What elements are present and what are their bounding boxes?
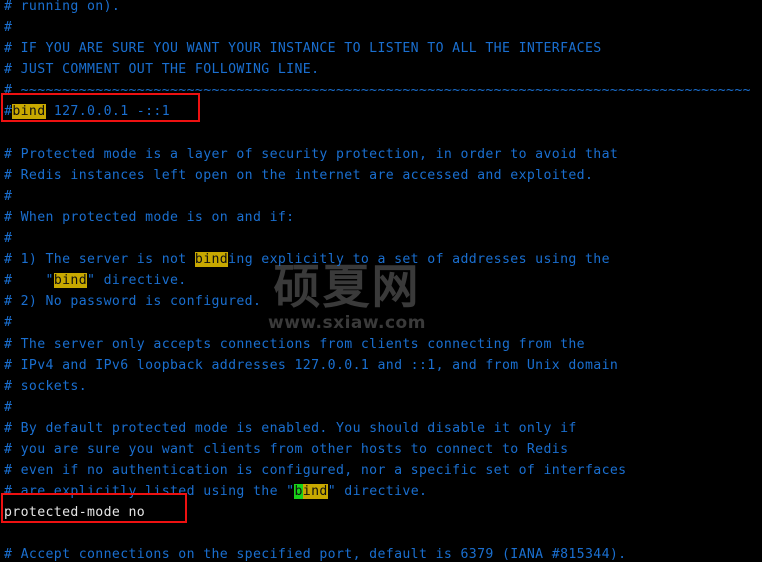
code-line: # [4,188,13,204]
code-line: # [4,20,13,36]
code-line-bind-directive[interactable]: #bind 127.0.0.1 -::1 [4,101,762,122]
code-text: # are explicitly listed using the " [4,484,295,500]
code-text: " directive. [87,273,187,289]
code-line-protected-mode[interactable]: protected-mode no [4,502,762,523]
code-line: # JUST COMMENT OUT THE FOLLOWING LINE. [4,62,320,78]
code-line: # [4,315,13,331]
code-line: # IF YOU ARE SURE YOU WANT YOUR INSTANCE… [4,41,602,57]
code-line: # [4,231,13,247]
code-line: # even if no authentication is configure… [4,463,627,479]
code-line: # [4,399,13,415]
code-text: " directive. [327,484,428,500]
code-line: # Protected mode is a layer of security … [4,146,619,162]
code-line: # Accept connections on the specified po… [4,547,627,562]
highlighted-token: bind [12,104,46,120]
code-line: # Redis instances left open on the inter… [4,167,594,183]
cursor-char: b [294,484,303,500]
code-line: # 2) No password is configured. [4,294,262,310]
config-file-text[interactable]: # running on). # # IF YOU ARE SURE YOU W… [0,0,762,562]
code-line: # "bind" directive. [4,270,762,291]
code-text: # " [4,273,54,289]
code-line: # The server only accepts connections fr… [4,336,585,352]
code-line: # running on). [4,0,121,14]
code-line-cursor[interactable]: # are explicitly listed using the "bind"… [4,481,762,502]
code-line: # By default protected mode is enabled. … [4,420,577,436]
highlighted-token: bind [53,273,88,289]
code-line: # ~~~~~~~~~~~~~~~~~~~~~~~~~~~~~~~~~~~~~~… [4,83,751,99]
terminal-window[interactable]: 硕夏网 www.sxiaw.com # running on). # # IF … [0,0,762,562]
code-line: # 1) The server is not binding explicitl… [4,249,762,270]
code-text: 127.0.0.1 -::1 [45,104,171,120]
code-text: ing explicitly to a set of addresses usi… [228,252,610,268]
code-line: # you are sure you want clients from oth… [4,441,569,457]
code-line: # IPv4 and IPv6 loopback addresses 127.0… [4,357,619,373]
code-line: # When protected mode is on and if: [4,209,295,225]
highlighted-token: bind [194,252,229,268]
highlighted-token: ind [302,484,328,500]
code-line: # sockets. [4,378,87,394]
code-text: # 1) The server is not [4,252,195,268]
